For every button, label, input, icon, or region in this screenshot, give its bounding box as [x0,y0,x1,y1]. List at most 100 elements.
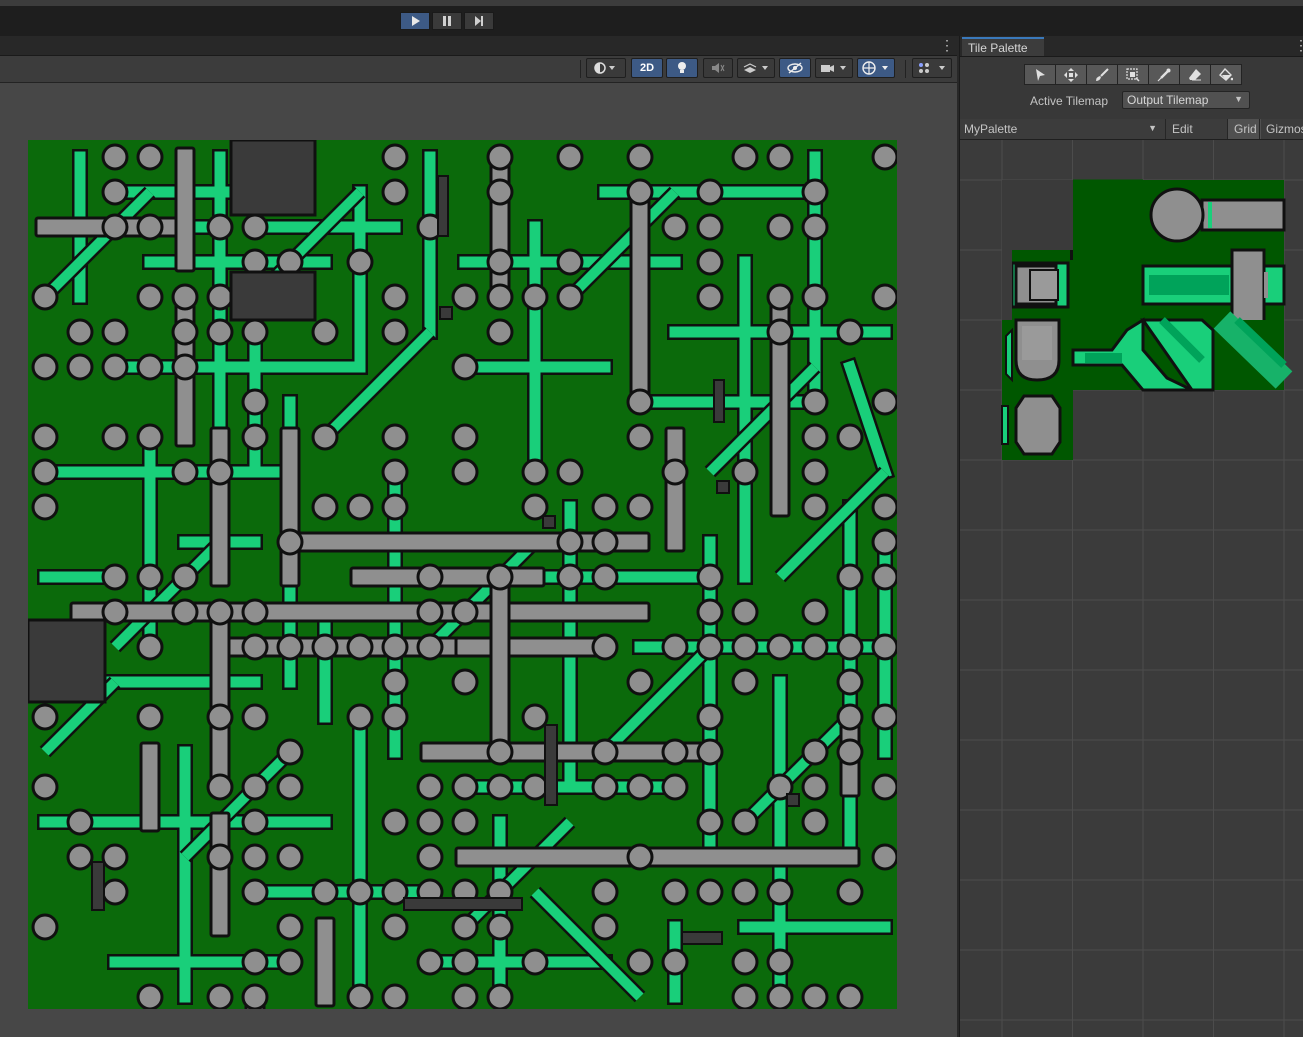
solder-pad [486,143,514,171]
solder-pad [276,248,304,276]
pad-bar [489,146,511,308]
fill-icon [1219,67,1233,81]
solder-pad [591,528,619,556]
via [439,306,453,320]
play-button[interactable] [400,12,430,30]
pad-bar [664,426,686,553]
solder-pad [206,843,234,871]
solder-pad [66,318,94,346]
eraser-tool[interactable] [1179,64,1211,85]
brush-icon [1096,67,1109,81]
brush-tool[interactable] [1086,64,1118,85]
solder-pad [416,808,444,836]
palette-dropdown[interactable]: MyPalette ▼ [960,119,1165,139]
solder-pad [416,948,444,976]
solder-pad [101,353,129,381]
solder-pad [276,843,304,871]
solder-pad [311,318,339,346]
select-tool[interactable] [1024,64,1056,85]
solder-pad [731,633,759,661]
solder-pad [801,213,829,241]
solder-pad [591,913,619,941]
solder-pad [836,318,864,346]
palette-tile[interactable] [1002,180,1073,250]
solder-pad [136,283,164,311]
solder-pad [556,458,584,486]
palette-menu-icon[interactable]: ⋮ [1294,37,1303,53]
scene-visibility-toggle[interactable] [779,58,811,78]
scene-viewport[interactable] [0,83,957,1037]
solder-pad [451,983,479,1009]
palette-tile[interactable] [1073,179,1143,250]
box-fill-tool[interactable] [1117,64,1149,85]
move-tool[interactable] [1055,64,1087,85]
picker-tool[interactable] [1148,64,1180,85]
gizmos-toggle[interactable]: Gizmos [1259,119,1303,139]
solder-pad [696,213,724,241]
lighting-toggle[interactable] [666,58,698,78]
solder-pad [731,983,759,1009]
camera-settings-button[interactable] [815,58,853,78]
scene-tab-bar: ⋮ [0,36,957,56]
solder-pad [626,143,654,171]
capacitor [403,897,523,911]
scene-visibility-icon [787,62,803,74]
solder-pad [241,213,269,241]
solder-pad [696,703,724,731]
grid-toggle[interactable]: Grid [1227,119,1261,139]
palette-canvas [960,140,1303,1037]
play-icon [412,16,420,26]
picker-icon [1157,68,1171,81]
tab-title: Tile Palette [968,41,1028,55]
solder-pad [276,773,304,801]
grid-snapping-button[interactable] [912,58,952,78]
solder-pad [451,458,479,486]
gizmos-label: Gizmos [1266,122,1303,136]
solder-pad [66,843,94,871]
gizmo-orientation-button[interactable] [857,58,895,78]
tab-tile-palette[interactable]: Tile Palette [962,37,1044,56]
palette-tile[interactable] [1002,318,1073,390]
edit-button[interactable]: Edit [1165,119,1223,139]
solder-pad [276,948,304,976]
capacitor [713,379,725,423]
solder-pad [451,423,479,451]
palette-tile[interactable] [1143,180,1286,250]
solder-pad [766,983,794,1009]
shading-mode-button[interactable] [586,58,626,78]
solder-pad [626,843,654,871]
palette-grid[interactable] [960,140,1303,1037]
solder-pad [836,983,864,1009]
palette-tile[interactable] [1073,248,1286,324]
solder-pad [486,283,514,311]
scene-menu-icon[interactable]: ⋮ [940,37,954,53]
fill-tool[interactable] [1210,64,1242,85]
solder-pad [626,388,654,416]
solder-pad [626,773,654,801]
pad-bar [209,601,231,798]
solder-pad [626,948,654,976]
solder-pad [801,773,829,801]
palette-tile[interactable] [1071,311,1293,392]
pause-button[interactable] [432,12,462,30]
audio-toggle[interactable] [703,58,733,78]
mode-2d-button[interactable]: 2D [631,58,663,78]
solder-pad [171,318,199,346]
solder-pad [136,633,164,661]
palette-tile[interactable] [1001,390,1073,460]
solder-pad [241,843,269,871]
solder-pad [451,668,479,696]
capacitor [544,724,558,806]
solder-pad [136,423,164,451]
solder-pad [381,808,409,836]
solder-pad [206,283,234,311]
effects-toggle[interactable] [737,58,775,78]
solder-pad [591,563,619,591]
palette-tile[interactable] [1002,250,1080,320]
active-tilemap-dropdown[interactable]: Output Tilemap ▼ [1122,91,1250,109]
solder-pad [661,948,689,976]
solder-pad [556,143,584,171]
solder-pad [171,598,199,626]
solder-pad [381,178,409,206]
step-button[interactable] [464,12,494,30]
